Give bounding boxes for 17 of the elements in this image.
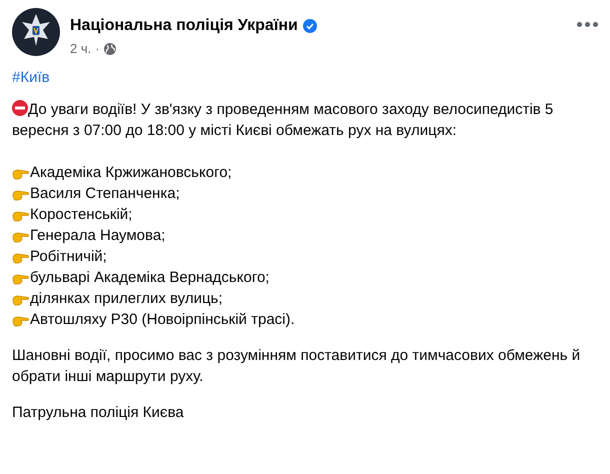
signature-text: Патрульна поліція Києва bbox=[12, 403, 185, 423]
street-item: Автошляху Р30 (Новоірпінській трасі). bbox=[30, 310, 295, 330]
street-item: Коростенській; bbox=[30, 205, 132, 225]
street-item: Робітничій; bbox=[30, 247, 107, 267]
hashtag-link[interactable]: #Київ bbox=[12, 69, 50, 86]
police-logo-avatar[interactable] bbox=[12, 8, 60, 56]
street-item: Академіка Кржижановського; bbox=[30, 163, 232, 183]
street-item: Василя Степанченка; bbox=[30, 184, 180, 204]
intro-text: До уваги водіїв! У зв'язку з проведенням масового заходу велосипедистів 5 вересня з 07:00 до 18:00 у місті Києві обмежать рух на вулицях: bbox=[12, 99, 554, 141]
street-item: бульварі Академіка Вернадського; bbox=[30, 268, 270, 288]
street-item: ділянках прилеглих вулиць; bbox=[30, 289, 223, 309]
author-name[interactable]: Національна поліція України bbox=[70, 17, 298, 35]
no-entry-icon bbox=[12, 100, 28, 116]
separator: · bbox=[95, 41, 100, 56]
street-item: Генерала Наумова; bbox=[30, 226, 166, 246]
post-time[interactable]: 2 ч. bbox=[70, 41, 92, 56]
appeal-text: Шановні водії, просимо вас з розумінням поставитися до тимчасових обмежень й обрати інші маршрути руху. bbox=[12, 346, 582, 387]
